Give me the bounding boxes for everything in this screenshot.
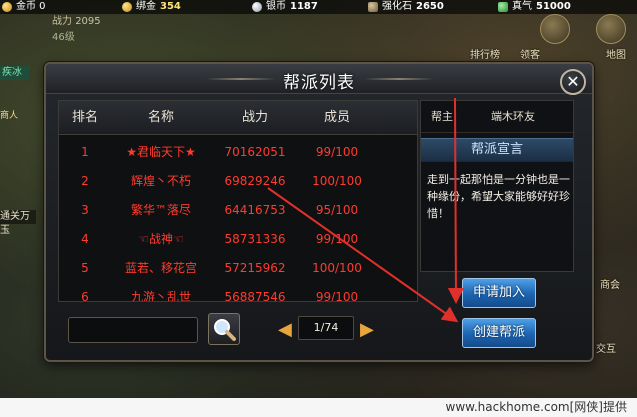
rank-cell: 4 bbox=[81, 232, 89, 246]
power-cell: 57215962 bbox=[224, 261, 286, 275]
magnifier-icon bbox=[214, 319, 236, 341]
silver-resource: 银币 1187 bbox=[252, 0, 318, 14]
power-cell: 58731336 bbox=[224, 232, 286, 246]
rank-cell: 2 bbox=[81, 174, 89, 188]
guild-info-panel: 帮主 端木环友 帮派宣言 走到一起那怕是一分钟也是一种缘份，希望大家能够好好珍惜… bbox=[420, 100, 574, 272]
qi-icon bbox=[498, 2, 508, 12]
third-menu-label[interactable]: 领客 bbox=[520, 46, 540, 61]
create-guild-button[interactable]: 创建帮派 bbox=[462, 318, 536, 348]
table-body: 1 ★君临天下★ 70162051 99/100 2 辉煌丶不朽 6982924… bbox=[59, 137, 417, 301]
rank-cell: 3 bbox=[81, 203, 89, 217]
members-cell: 99/100 bbox=[315, 290, 359, 301]
name-cell: 蓝若、移花宫 bbox=[124, 261, 197, 275]
table-row[interactable]: 6 九游丶乱世 56887546 99/100 bbox=[59, 282, 417, 301]
table-row[interactable]: 5 蓝若、移花宫 57215962 100/100 bbox=[59, 253, 417, 283]
silver-coin-icon bbox=[252, 2, 262, 12]
close-button[interactable]: ✕ bbox=[560, 69, 586, 95]
guild-search-input[interactable] bbox=[68, 317, 198, 343]
table-row[interactable]: 4 ☜战神☜ 58731336 99/100 bbox=[59, 224, 417, 254]
members-cell: 100/100 bbox=[312, 174, 362, 188]
gold-resource: 金币 0 bbox=[2, 0, 46, 14]
watermark-text: www.hackhome.com[网侠]提供 bbox=[445, 400, 628, 414]
table-row[interactable]: 3 繁华™落尽 64416753 95/100 bbox=[59, 195, 417, 225]
col-power-header: 战力 bbox=[241, 110, 268, 125]
gold-label: 金币 0 bbox=[16, 1, 46, 12]
leader-row: 帮主 端木环友 bbox=[421, 101, 573, 133]
col-members-header: 成员 bbox=[323, 110, 350, 125]
bound-gold-icon bbox=[122, 2, 132, 12]
resource-bar: 金币 0 绑金 354 银币 1187 强化石 2650 真气 51000 bbox=[0, 0, 637, 14]
bound-gold-resource: 绑金 354 bbox=[122, 0, 181, 14]
name-cell: 辉煌丶不朽 bbox=[130, 174, 191, 188]
stone-resource: 强化石 2650 bbox=[368, 0, 444, 14]
page-indicator: 1/74 bbox=[298, 316, 354, 340]
power-cell: 56887546 bbox=[224, 290, 286, 301]
qi-label: 真气 bbox=[512, 1, 532, 12]
player-info: 战力 2095 46级 bbox=[52, 14, 101, 46]
bound-gold-label: 绑金 bbox=[136, 1, 156, 12]
apply-join-button[interactable]: 申请加入 bbox=[462, 278, 536, 308]
power-value: 2095 bbox=[75, 16, 101, 27]
rank-cell: 5 bbox=[81, 261, 89, 275]
table-row[interactable]: 2 辉煌丶不朽 69829246 100/100 bbox=[59, 166, 417, 196]
side-tag-top[interactable]: 疾冰 bbox=[0, 66, 30, 80]
rank-cell: 6 bbox=[81, 290, 89, 301]
qi-value: 51000 bbox=[536, 1, 571, 12]
table-row[interactable]: 1 ★君临天下★ 70162051 99/100 bbox=[59, 137, 417, 167]
search-button[interactable] bbox=[208, 313, 240, 345]
side-tag-npc: 商人 bbox=[0, 111, 19, 121]
guild-list-dialog: 帮派列表 ✕ 排名 名称 战力 成员 1 ★君临天下★ 70162051 99/… bbox=[44, 62, 594, 362]
rank-cell: 1 bbox=[81, 145, 89, 159]
col-rank-header: 排名 bbox=[71, 110, 98, 125]
power-cell: 70162051 bbox=[224, 145, 286, 159]
stone-icon bbox=[368, 2, 378, 12]
dialog-title: 帮派列表 bbox=[283, 73, 355, 93]
gold-coin-icon bbox=[2, 2, 12, 12]
bound-gold-value: 354 bbox=[160, 1, 181, 12]
members-cell: 95/100 bbox=[315, 203, 359, 217]
qi-resource: 真气 51000 bbox=[498, 0, 571, 14]
ranking-menu-label[interactable]: 排行榜 bbox=[470, 46, 500, 61]
leader-name: 端木环友 bbox=[491, 110, 535, 123]
close-icon: ✕ bbox=[566, 72, 580, 91]
declaration-title: 帮派宣言 bbox=[421, 138, 573, 162]
silver-value: 1187 bbox=[290, 1, 318, 12]
stone-value: 2650 bbox=[416, 1, 444, 12]
members-cell: 100/100 bbox=[312, 261, 362, 275]
power-cell: 69829246 bbox=[224, 174, 286, 188]
col-name-header: 名称 bbox=[147, 110, 174, 125]
prev-page-button[interactable]: ◀ bbox=[278, 320, 292, 340]
watermark-band: www.hackhome.com[网侠]提供 bbox=[0, 398, 637, 417]
level-text: 46级 bbox=[52, 32, 75, 43]
declaration-text: 走到一起那怕是一分钟也是一种缘份，希望大家能够好好珍惜！ bbox=[427, 173, 570, 220]
title-deco-right bbox=[364, 78, 434, 80]
power-cell: 64416753 bbox=[224, 203, 286, 217]
menu-round-icon[interactable] bbox=[540, 14, 570, 44]
power-label: 战力 bbox=[52, 16, 72, 27]
table-header: 排名 名称 战力 成员 bbox=[59, 101, 417, 135]
next-page-button[interactable]: ▶ bbox=[360, 320, 374, 340]
silver-label: 银币 bbox=[266, 1, 286, 12]
name-cell: ☜战神☜ bbox=[138, 232, 184, 246]
name-cell: ★君临天下★ bbox=[126, 145, 196, 159]
members-cell: 99/100 bbox=[315, 232, 359, 246]
stone-label: 强化石 bbox=[382, 1, 412, 12]
map-round-icon[interactable] bbox=[596, 14, 626, 44]
side-tag-bottom[interactable]: 通关万玉 bbox=[0, 210, 36, 236]
map-menu-label[interactable]: 地图 bbox=[606, 46, 626, 61]
name-cell: 九游丶乱世 bbox=[130, 290, 191, 301]
merchant-menu-label[interactable]: 商会 bbox=[600, 276, 620, 291]
guild-table: 排名 名称 战力 成员 1 ★君临天下★ 70162051 99/100 2 辉… bbox=[58, 100, 418, 302]
chevron-left-icon: ◀ bbox=[278, 319, 292, 340]
chevron-right-icon: ▶ bbox=[360, 319, 374, 340]
dialog-title-bar: 帮派列表 bbox=[46, 64, 592, 94]
members-cell: 99/100 bbox=[315, 145, 359, 159]
leader-label: 帮主 bbox=[431, 110, 453, 123]
bottom-menu-label[interactable]: 交互 bbox=[596, 340, 616, 355]
name-cell: 繁华™落尽 bbox=[130, 203, 191, 217]
